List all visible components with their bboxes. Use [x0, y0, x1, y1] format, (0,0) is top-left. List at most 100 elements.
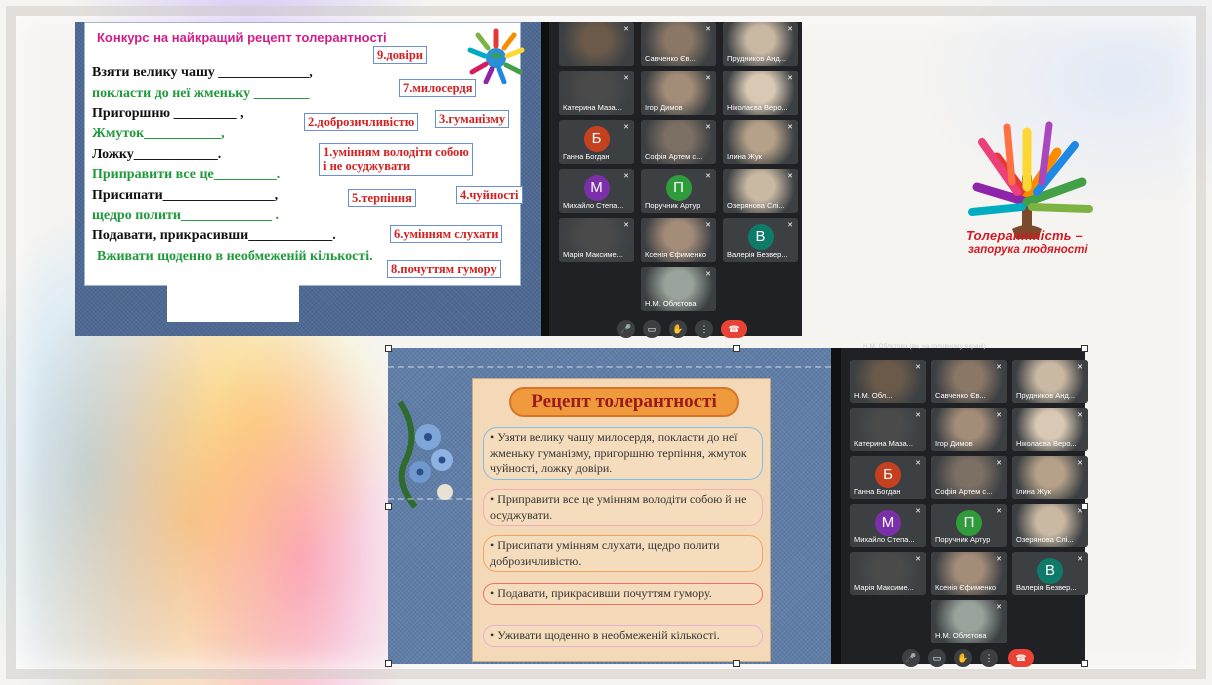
screenshot-recipe-poster[interactable]: Рецепт толерантності • Узяти велику чашу…: [385, 343, 1088, 667]
participant-name: Ніколаєва Веро...: [1016, 439, 1077, 448]
participant-tile[interactable]: ✕ Софія Артем с...: [641, 120, 716, 164]
participant-tile[interactable]: ✕ Катерина Маза...: [850, 408, 926, 451]
worksheet-line: Вживати щоденно в необмеженій кількості.: [97, 249, 373, 264]
muted-mic-icon: ✕: [1077, 460, 1083, 467]
option-box[interactable]: 1.умінням володіти собою і не осуджувати: [319, 143, 473, 176]
participant-name: Савченко Єв...: [935, 391, 986, 400]
participant-name: Катерина Маза...: [563, 103, 622, 112]
worksheet-line: покласти до неї жменьку ________: [92, 86, 310, 101]
participant-tile[interactable]: ✕ Прудников Анд...: [723, 22, 798, 66]
muted-mic-icon: ✕: [787, 75, 793, 82]
participant-tile[interactable]: Б ✕ Ганна Богдан: [850, 456, 926, 499]
participant-name: Марія Максиме...: [854, 583, 914, 592]
participant-tile[interactable]: ✕ Савченко Єв...: [931, 360, 1007, 403]
raise-hand-button[interactable]: ✋: [669, 320, 687, 338]
muted-mic-icon: ✕: [1077, 364, 1083, 371]
participant-name: Н.М. Облєтова: [935, 631, 987, 640]
participant-tile[interactable]: ✕ Ксенія Єфименко: [931, 552, 1007, 595]
participant-name: Ксенія Єфименко: [645, 250, 706, 259]
more-options-button[interactable]: ⋮: [695, 320, 713, 338]
option-box[interactable]: 7.милосердя: [399, 79, 477, 98]
participant-tile[interactable]: ✕ Софія Артем с...: [931, 456, 1007, 499]
participant-tile[interactable]: ✕ Ігор Димов: [641, 71, 716, 115]
participant-tile[interactable]: ✕ Катерина Маза...: [559, 71, 634, 115]
participant-tile[interactable]: ✕ Марія Максиме...: [559, 218, 634, 262]
muted-mic-icon: ✕: [623, 173, 629, 180]
muted-mic-icon: ✕: [705, 75, 711, 82]
participant-name: Поручник Артур: [935, 535, 991, 544]
flower-decoration-icon: [397, 400, 453, 509]
participant-tile[interactable]: ✕ Н.М. Облєтова: [931, 600, 1007, 643]
worksheet-line: Жмуток___________,: [92, 126, 225, 141]
option-box[interactable]: 8.почуттям гумору: [387, 260, 501, 279]
worksheet-card: Конкурс на найкращий рецепт толерантност…: [84, 22, 525, 286]
participant-tile[interactable]: ✕ Савченко Єв...: [641, 22, 716, 66]
participant-tile[interactable]: ✕ Ілина Жук: [723, 120, 798, 164]
participant-name: Прудников Анд...: [727, 54, 787, 63]
option-box[interactable]: 2.доброзичливістю: [304, 113, 419, 132]
resize-handle[interactable]: [1081, 503, 1088, 510]
resize-handle[interactable]: [385, 503, 392, 510]
recipe-poster: Рецепт толерантності • Узяти велику чашу…: [472, 378, 771, 662]
participant-tile[interactable]: Б ✕ Ганна Богдан: [559, 120, 634, 164]
participant-tile[interactable]: В ✕ Валерія Безвер...: [723, 218, 798, 262]
more-options-button[interactable]: ⋮: [980, 649, 998, 667]
participant-tile[interactable]: ✕ Ніколаєва Веро...: [723, 71, 798, 115]
option-box[interactable]: 9.довіри: [373, 46, 428, 65]
worksheet-line: Взяти велику чашу _____________,: [92, 65, 313, 80]
participant-tile[interactable]: ✕ Озерянова Слі...: [723, 169, 798, 213]
raise-hand-button[interactable]: ✋: [954, 649, 972, 667]
participant-tile[interactable]: М ✕ Михайло Степа...: [850, 504, 926, 547]
participant-name: Михайло Степа...: [563, 201, 624, 210]
participant-tile[interactable]: ✕ Ілина Жук: [1012, 456, 1088, 499]
participant-name: Ніколаєва Веро...: [727, 103, 788, 112]
participant-tile[interactable]: М ✕ Михайло Степа...: [559, 169, 634, 213]
resize-handle[interactable]: [385, 345, 392, 352]
worksheet-line: щедро полити_____________ .: [92, 208, 279, 223]
participant-tile[interactable]: ✕ Марія Максиме...: [850, 552, 926, 595]
camera-button[interactable]: ▭: [643, 320, 661, 338]
meet-header: Н.М. Облєтова (ви, на головному екрані): [863, 343, 986, 350]
participant-tile[interactable]: ✕: [559, 22, 634, 66]
option-box[interactable]: 4.чуйності: [456, 186, 523, 205]
denim-background: Рецепт толерантності • Узяти велику чашу…: [388, 348, 831, 664]
resize-handle[interactable]: [1081, 345, 1088, 352]
resize-handle[interactable]: [385, 660, 392, 667]
mic-button[interactable]: 🎤: [617, 320, 635, 338]
participant-tile[interactable]: ✕ Ніколаєва Веро...: [1012, 408, 1088, 451]
participant-tile[interactable]: ✕ Озерянова Слі...: [1012, 504, 1088, 547]
recipe-item: • Приправити все це умінням володіти соб…: [483, 489, 763, 527]
participant-name: Валерія Безвер...: [727, 250, 788, 259]
participant-tile[interactable]: ✕ Прудников Анд...: [1012, 360, 1088, 403]
mic-button[interactable]: 🎤: [902, 649, 920, 667]
participant-tile[interactable]: ✕ Ігор Димов: [931, 408, 1007, 451]
participant-tile[interactable]: П ✕ Поручник Артур: [641, 169, 716, 213]
end-call-button[interactable]: ☎: [1008, 649, 1034, 667]
muted-mic-icon: ✕: [996, 556, 1002, 563]
resize-handle[interactable]: [733, 660, 740, 667]
participant-tile[interactable]: ✕ Ксенія Єфименко: [641, 218, 716, 262]
option-box[interactable]: 3.гуманізму: [435, 110, 510, 129]
avatar: Б: [583, 126, 610, 152]
participant-name: Ганна Богдан: [854, 487, 901, 496]
end-call-button[interactable]: ☎: [721, 320, 747, 338]
muted-mic-icon: ✕: [1077, 556, 1083, 563]
participant-name: Н.М. Облєтова: [645, 299, 697, 308]
option-box[interactable]: 5.терпіння: [348, 189, 416, 208]
avatar: В: [1037, 557, 1063, 584]
participant-tile[interactable]: В ✕ Валерія Безвер...: [1012, 552, 1088, 595]
option-box[interactable]: 6.умінням слухати: [390, 225, 503, 244]
resize-handle[interactable]: [733, 345, 740, 352]
denim-stitch: [388, 366, 831, 368]
participant-name: Озерянова Слі...: [1016, 535, 1074, 544]
resize-handle[interactable]: [1081, 660, 1088, 667]
muted-mic-icon: ✕: [915, 556, 921, 563]
participant-tile[interactable]: ✕ Н.М. Облєтова: [641, 267, 716, 311]
worksheet-line: Подавати, прикрасивши____________.: [92, 228, 336, 243]
muted-mic-icon: ✕: [915, 508, 921, 515]
camera-button[interactable]: ▭: [928, 649, 946, 667]
participant-tile[interactable]: П ✕ Поручник Артур: [931, 504, 1007, 547]
muted-mic-icon: ✕: [787, 173, 793, 180]
participant-tile[interactable]: ✕ Н.М. Обл...: [850, 360, 926, 403]
muted-mic-icon: ✕: [623, 124, 629, 131]
